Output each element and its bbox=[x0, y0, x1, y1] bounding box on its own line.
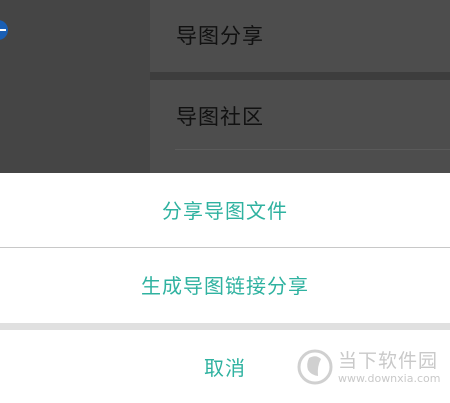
dimmed-background-app[interactable]: 导图分享 导图社区 bbox=[0, 0, 450, 173]
background-left-pane bbox=[0, 0, 150, 173]
share-mindmap-file-button[interactable]: 分享导图文件 bbox=[0, 173, 450, 248]
background-menu-label: 导图社区 bbox=[176, 105, 264, 129]
background-menu-item-community: 导图社区 bbox=[150, 80, 450, 173]
screen: 导图分享 导图社区 分享导图文件 生成导图链接分享 取消 当下软件园 www.d… bbox=[0, 0, 450, 403]
background-menu-label: 导图分享 bbox=[176, 24, 264, 48]
background-divider bbox=[175, 149, 450, 150]
cancel-group-divider bbox=[0, 323, 450, 330]
minus-circle-icon bbox=[0, 20, 8, 40]
generate-link-share-button[interactable]: 生成导图链接分享 bbox=[0, 248, 450, 323]
background-menu-gap bbox=[150, 72, 450, 80]
share-action-sheet: 分享导图文件 生成导图链接分享 取消 bbox=[0, 173, 450, 403]
cancel-button[interactable]: 取消 bbox=[0, 330, 450, 403]
background-menu-item-share: 导图分享 bbox=[150, 0, 450, 72]
